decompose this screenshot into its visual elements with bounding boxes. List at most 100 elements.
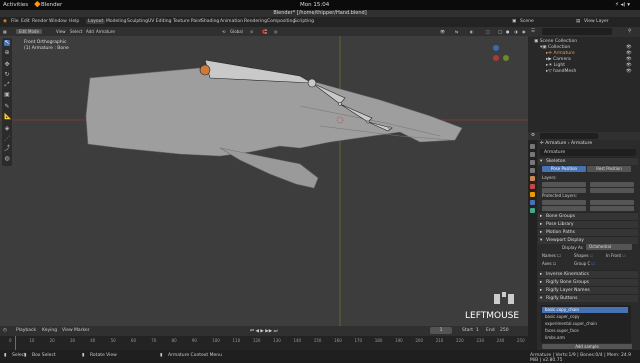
mode-dropdown[interactable]: Edit Mode bbox=[16, 29, 42, 34]
properties-search-input[interactable] bbox=[540, 133, 598, 139]
roll-tool-icon[interactable]: ◈ bbox=[4, 126, 10, 132]
object-tab-icon[interactable] bbox=[530, 192, 535, 197]
properties-type-icon[interactable]: ⚙ bbox=[531, 133, 535, 138]
move-tool-icon[interactable]: ✥ bbox=[4, 62, 10, 68]
menu-view[interactable]: View bbox=[56, 29, 66, 34]
menu-render[interactable]: Render bbox=[32, 19, 48, 24]
protected-layer-buttons[interactable] bbox=[590, 200, 634, 205]
current-frame-field[interactable]: 1 bbox=[430, 327, 452, 334]
rig-list-item[interactable]: faces.super_face bbox=[542, 328, 628, 334]
timeline[interactable]: 0 10 20 30 40 50 60 70 80 90 100 110 120 130 140 150 160… bbox=[0, 336, 528, 350]
protected-layer-buttons[interactable] bbox=[542, 200, 586, 205]
timeline-type-icon[interactable]: ◷ bbox=[3, 328, 7, 333]
overlay-icon[interactable]: ◐ bbox=[470, 29, 474, 34]
menu-add[interactable]: Add bbox=[86, 29, 94, 34]
scene-selector[interactable]: Scene bbox=[520, 19, 534, 24]
menu-edit[interactable]: Edit bbox=[21, 19, 30, 24]
3d-viewport[interactable] bbox=[0, 36, 528, 326]
tab-scripting[interactable]: Scripting bbox=[292, 19, 316, 24]
tab-layout[interactable]: Layout bbox=[86, 19, 106, 24]
panel-rigify-layer-names[interactable]: Rigify Layer Names bbox=[538, 286, 638, 295]
rotate-tool-icon[interactable]: ↻ bbox=[4, 72, 10, 78]
view-layer-tab-icon[interactable] bbox=[530, 168, 535, 173]
menu-keying[interactable]: Keying bbox=[42, 328, 57, 333]
gizmo-icon[interactable]: ⇆ bbox=[455, 29, 458, 34]
layer-buttons-row[interactable] bbox=[590, 188, 634, 193]
proportional-icon[interactable]: ◎ bbox=[274, 29, 278, 34]
armature-name-field[interactable]: Armature bbox=[540, 149, 636, 156]
shading-rendered-icon[interactable]: ◉ bbox=[522, 29, 526, 34]
tab-uv-editing[interactable]: UV Editing bbox=[146, 19, 173, 24]
panel-skeleton[interactable]: Skeleton bbox=[538, 157, 638, 166]
visibility-icon[interactable]: 👁 bbox=[440, 29, 445, 34]
filter-icon[interactable]: ⚲ bbox=[628, 29, 631, 34]
panel-inverse-kinematics[interactable]: Inverse Kinematics bbox=[538, 270, 638, 279]
annotate-tool-icon[interactable]: ✎ bbox=[4, 104, 10, 110]
display-as-dropdown[interactable]: Octahedral bbox=[586, 244, 632, 250]
select-tool-icon[interactable]: ↖ bbox=[4, 40, 10, 46]
outliner-search-input[interactable] bbox=[542, 28, 612, 35]
end-frame-field[interactable]: 250 bbox=[500, 328, 509, 333]
rig-list-item[interactable]: limbs.arm bbox=[542, 335, 628, 341]
visibility-toggle-icon[interactable]: 👁 bbox=[626, 69, 632, 75]
bone-envelope-tool-icon[interactable]: ◍ bbox=[4, 156, 10, 162]
menu-select[interactable]: Select bbox=[70, 29, 82, 34]
measure-tool-icon[interactable]: 📐 bbox=[4, 114, 11, 120]
tab-animation[interactable]: Animation bbox=[218, 19, 245, 24]
shading-material-icon[interactable]: ◑ bbox=[514, 29, 518, 34]
blender-logo-icon[interactable]: ◉ bbox=[3, 19, 7, 24]
start-frame-field[interactable]: 1 bbox=[476, 328, 479, 333]
menu-armature[interactable]: Armature bbox=[96, 29, 115, 34]
panel-viewport-display[interactable]: Viewport Display bbox=[538, 236, 638, 245]
playback-controls[interactable]: ⏮ ◀ ▶ ▶▶ ⏭ bbox=[250, 328, 278, 334]
world-tab-icon[interactable] bbox=[530, 184, 535, 189]
extrude-tool-icon[interactable]: ⤴ bbox=[4, 146, 10, 152]
output-tab-icon[interactable] bbox=[530, 160, 535, 165]
outliner-item-handmesh[interactable]: ▸▽ handMesh bbox=[546, 69, 576, 75]
checkbox[interactable]: ☐ bbox=[552, 261, 557, 266]
panel-motion-paths[interactable]: Motion Paths bbox=[538, 228, 638, 237]
menu-window[interactable]: Window bbox=[49, 19, 67, 24]
orientation-dropdown[interactable]: Global bbox=[230, 29, 243, 34]
activities-button[interactable]: Activities bbox=[3, 2, 28, 8]
layer-buttons-row[interactable] bbox=[590, 182, 634, 187]
cursor-tool-icon[interactable]: ⊕ bbox=[4, 50, 10, 56]
shading-wire-icon[interactable]: ◯ bbox=[498, 29, 502, 34]
rig-list-item[interactable]: experimental.super_chain bbox=[542, 321, 628, 327]
rig-list-item[interactable]: basic.copy_chain bbox=[542, 307, 628, 313]
outliner-type-icon[interactable]: ☰ bbox=[531, 29, 535, 34]
pivot-icon[interactable]: ⊙ bbox=[250, 29, 253, 34]
add-sample-button[interactable]: Add sample bbox=[542, 344, 632, 349]
clock[interactable]: Mon 15:04 bbox=[300, 2, 329, 8]
pose-position-button[interactable]: Pose Position bbox=[542, 166, 586, 172]
bone-size-tool-icon[interactable]: ⋰ bbox=[4, 136, 10, 142]
menu-timeline-view[interactable]: View bbox=[62, 328, 73, 333]
transform-tool-icon[interactable]: ▣ bbox=[4, 92, 10, 98]
view-layer-selector[interactable]: View Layer bbox=[584, 19, 609, 24]
app-menu[interactable]: Blender bbox=[41, 2, 62, 8]
protected-layer-buttons[interactable] bbox=[590, 206, 634, 211]
tool-tab-icon[interactable] bbox=[530, 144, 535, 149]
panel-rigify-buttons[interactable]: Rigify Buttons bbox=[538, 294, 638, 303]
panel-rigify-bone-groups[interactable]: Rigify Bone Groups bbox=[538, 278, 638, 287]
rest-position-button[interactable]: Rest Position bbox=[587, 166, 631, 172]
checkbox[interactable]: ☑ bbox=[590, 261, 596, 266]
xray-icon[interactable]: ▢ bbox=[486, 29, 490, 34]
system-tray-icons[interactable]: ⚡ ◂) ▾ bbox=[615, 2, 630, 8]
scale-tool-icon[interactable]: ⤢ bbox=[4, 82, 10, 88]
checkbox[interactable]: ☐ bbox=[556, 253, 561, 258]
panel-pose-library[interactable]: Pose Library bbox=[538, 220, 638, 229]
checkbox[interactable]: ☑ bbox=[589, 253, 594, 258]
scene-tab-icon[interactable] bbox=[530, 176, 535, 181]
playhead[interactable] bbox=[15, 336, 16, 350]
render-tab-icon[interactable] bbox=[530, 152, 535, 157]
snap-icon[interactable]: 🧲 bbox=[262, 29, 267, 34]
shading-solid-icon[interactable]: ● bbox=[506, 29, 510, 34]
layer-buttons-row[interactable] bbox=[542, 182, 586, 187]
panel-bone-groups[interactable]: Bone Groups bbox=[538, 212, 638, 221]
checkbox[interactable]: ☑ bbox=[621, 253, 626, 258]
armature-data-tab-icon[interactable] bbox=[530, 200, 535, 205]
menu-file[interactable]: File bbox=[11, 19, 19, 24]
menu-marker[interactable]: Marker bbox=[74, 328, 90, 333]
menu-help[interactable]: Help bbox=[69, 19, 79, 24]
